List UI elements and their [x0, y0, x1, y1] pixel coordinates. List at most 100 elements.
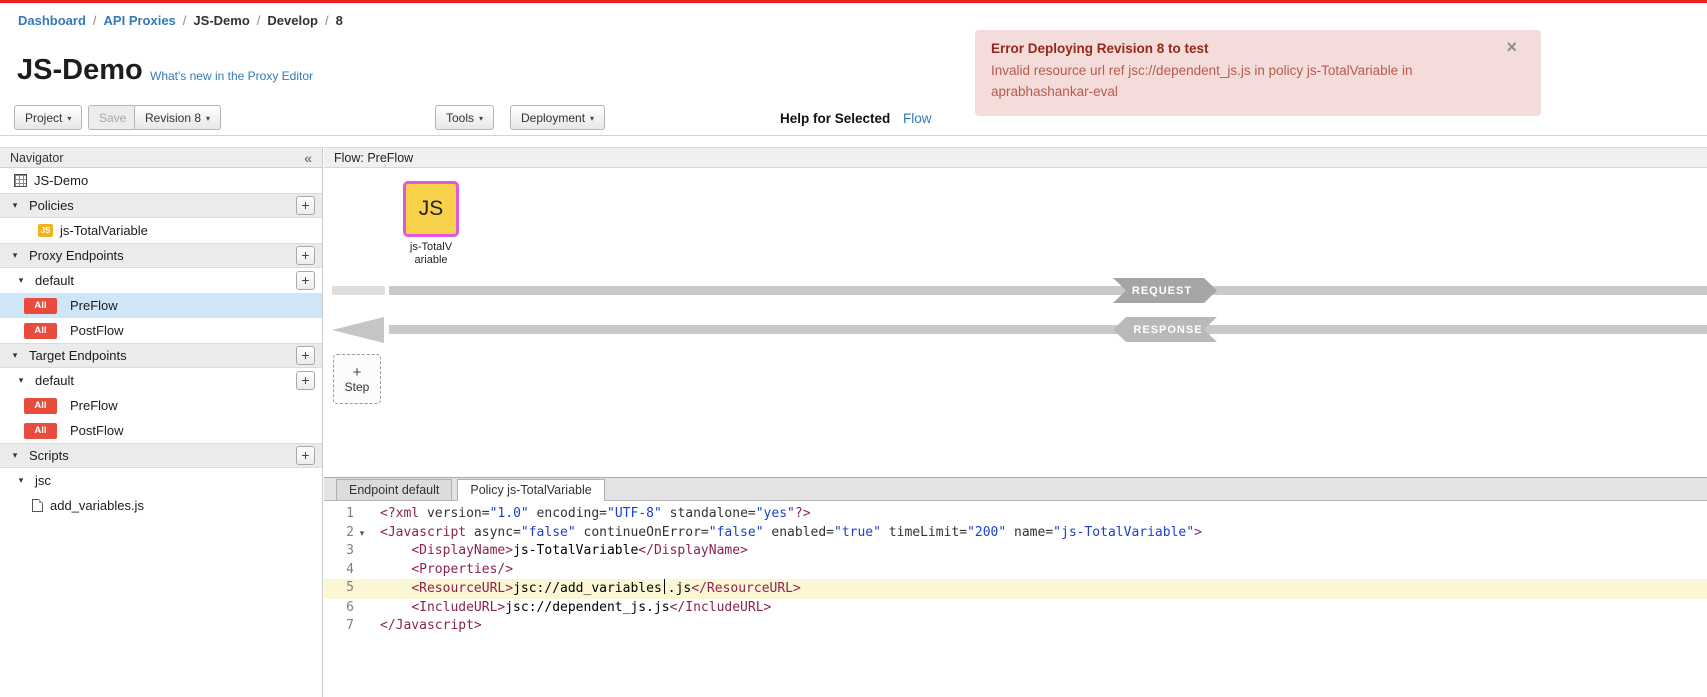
breadcrumb-separator: / — [325, 13, 329, 28]
page-title: JS-Demo — [17, 54, 143, 87]
line-gutter: 6 — [324, 599, 372, 618]
deployment-button-label: Deployment — [521, 111, 585, 125]
add-button[interactable]: + — [296, 196, 315, 215]
code-line-content: <DisplayName>js-TotalVariable</DisplayNa… — [372, 542, 748, 561]
nav-row-default[interactable]: ▾default+ — [0, 268, 322, 293]
nav-row-policies[interactable]: ▾Policies+ — [0, 193, 322, 218]
all-condition-badge: All — [24, 423, 57, 439]
add-button[interactable]: + — [296, 446, 315, 465]
nav-row-js-totalvariable[interactable]: JSjs-TotalVariable — [0, 218, 322, 243]
text-cursor — [664, 579, 665, 594]
fold-caret-icon[interactable]: ▾ — [354, 524, 370, 543]
nav-item-label: PostFlow — [70, 423, 123, 438]
chevron-down-icon: ▾ — [67, 114, 71, 123]
breadcrumb-item-dashboard[interactable]: Dashboard — [18, 13, 86, 28]
tools-button[interactable]: Tools▾ — [435, 105, 494, 130]
nav-item-label: default — [35, 373, 74, 388]
nav-row-target-endpoints[interactable]: ▾Target Endpoints+ — [0, 343, 322, 368]
flow-canvas: JS js-TotalVariable REQUEST RESPONSE + S… — [324, 168, 1707, 477]
whats-new-link[interactable]: What's new in the Proxy Editor — [150, 69, 313, 83]
code-editor[interactable]: 1<?xml version="1.0" encoding="UTF-8" st… — [324, 501, 1707, 636]
breadcrumb-separator: / — [257, 13, 261, 28]
collapse-sidebar-icon[interactable]: « — [304, 150, 312, 166]
all-condition-badge: All — [24, 323, 57, 339]
revision-button[interactable]: Revision 8▾ — [134, 105, 221, 130]
line-number: 3 — [324, 542, 354, 561]
add-button[interactable]: + — [296, 271, 315, 290]
fold-gutter-spacer — [354, 579, 370, 599]
caret-down-icon: ▾ — [14, 375, 28, 386]
navigator-title: Navigator — [10, 151, 64, 165]
code-line-5[interactable]: 5 <ResourceURL>jsc://add_variables.js</R… — [324, 579, 1707, 599]
request-arrow-badge: REQUEST — [1113, 278, 1217, 303]
fold-gutter-spacer — [354, 542, 370, 561]
code-panel: Endpoint defaultPolicy js-TotalVariable … — [324, 477, 1707, 697]
editor-tab-bar: Endpoint defaultPolicy js-TotalVariable — [324, 478, 1707, 501]
deployment-button[interactable]: Deployment ▾ — [510, 105, 605, 130]
breadcrumb-separator: / — [93, 13, 97, 28]
breadcrumb: Dashboard/API Proxies/JS-Demo/Develop/8 — [18, 13, 343, 28]
line-number: 2 — [324, 524, 354, 543]
caret-down-icon: ▾ — [8, 450, 22, 461]
editor-tab-policy-js-totalvariable[interactable]: Policy js-TotalVariable — [457, 479, 604, 501]
navigator-tree: JS-Demo▾Policies+JSjs-TotalVariable ▾ Prox… — [0, 168, 322, 518]
nav-row-add-variables-js[interactable]: add_variables.js — [0, 493, 322, 518]
chevron-down-icon: ▾ — [590, 114, 594, 123]
nav-row-postflow[interactable]: AllPostFlow — [0, 318, 322, 343]
navigator-panel: Navigator « JS-Demo▾Policies+JSjs-TotalV… — [0, 147, 323, 697]
chevron-down-icon: ▾ — [206, 114, 210, 123]
code-line-2[interactable]: 2▾<Javascript async="false" continueOnEr… — [324, 524, 1707, 543]
nav-row-scripts[interactable]: ▾ Scripts + — [0, 443, 322, 468]
fold-gutter-spacer — [354, 505, 370, 524]
nav-item-label: Scripts — [29, 448, 69, 463]
nav-row-jsc[interactable]: ▾jsc — [0, 468, 322, 493]
line-number: 5 — [324, 579, 354, 599]
line-gutter: 2▾ — [324, 524, 372, 543]
add-step-button-label: Step — [345, 380, 370, 394]
add-step-button[interactable]: + Step — [333, 354, 381, 404]
caret-down-icon: ▾ — [8, 200, 22, 211]
all-condition-badge: All — [24, 298, 57, 314]
code-line-3[interactable]: 3 <DisplayName>js-TotalVariable</Display… — [324, 542, 1707, 561]
close-icon[interactable]: × — [1506, 38, 1517, 56]
breadcrumb-item-api-proxies[interactable]: API Proxies — [104, 13, 176, 28]
nav-item-label: Proxy Endpoints — [29, 248, 124, 263]
code-line-1[interactable]: 1<?xml version="1.0" encoding="UTF-8" st… — [324, 505, 1707, 524]
plus-icon: + — [353, 365, 362, 380]
flow-help-link[interactable]: Flow — [903, 111, 932, 126]
add-button[interactable]: + — [296, 346, 315, 365]
code-line-content: <ResourceURL>jsc://add_variables.js</Res… — [372, 579, 801, 599]
nav-row-default[interactable]: ▾ default + — [0, 368, 322, 393]
project-button[interactable]: Project ▾ — [14, 105, 82, 130]
nav-row-js-demo[interactable]: JS-Demo — [0, 168, 322, 193]
add-button[interactable]: + — [296, 246, 315, 265]
error-banner: Error Deploying Revision 8 to test Inval… — [975, 30, 1541, 116]
error-banner-message: Invalid resource url ref jsc://dependent… — [991, 61, 1493, 103]
caret-down-icon: ▾ — [8, 350, 22, 361]
help-for-selected-label: Help for Selected — [780, 111, 890, 126]
response-arrowhead-icon — [332, 317, 384, 343]
caret-down-icon: ▾ — [8, 250, 22, 261]
save-button[interactable]: Save — [88, 105, 137, 130]
policy-node-js-totalvariable[interactable]: JS js-TotalVariable — [396, 181, 466, 267]
breadcrumb-separator: / — [183, 13, 187, 28]
code-line-6[interactable]: 6 <IncludeURL>jsc://dependent_js.js</Inc… — [324, 599, 1707, 618]
request-flow-stub — [332, 286, 385, 295]
code-line-7[interactable]: 7</Javascript> — [324, 617, 1707, 636]
js-policy-node-icon: JS — [403, 181, 459, 237]
line-gutter: 7 — [324, 617, 372, 636]
project-button-label: Project — [25, 111, 62, 125]
nav-row-proxy-endpoints[interactable]: ▾ Proxy Endpoints + — [0, 243, 322, 268]
flow-panel-title: Flow: PreFlow — [334, 151, 413, 165]
file-icon — [32, 499, 43, 512]
add-button[interactable]: + — [296, 371, 315, 390]
error-banner-title: Error Deploying Revision 8 to test — [991, 41, 1493, 56]
code-line-4[interactable]: 4 <Properties/> — [324, 561, 1707, 580]
editor-tab-endpoint-default[interactable]: Endpoint default — [336, 479, 452, 500]
nav-row-preflow[interactable]: AllPreFlow — [0, 293, 322, 318]
request-flow-bar — [389, 286, 1707, 295]
response-flow-bar — [389, 325, 1707, 334]
nav-row-postflow[interactable]: All PostFlow — [0, 418, 322, 443]
nav-item-label: add_variables.js — [50, 498, 144, 513]
nav-row-preflow[interactable]: AllPreFlow — [0, 393, 322, 418]
